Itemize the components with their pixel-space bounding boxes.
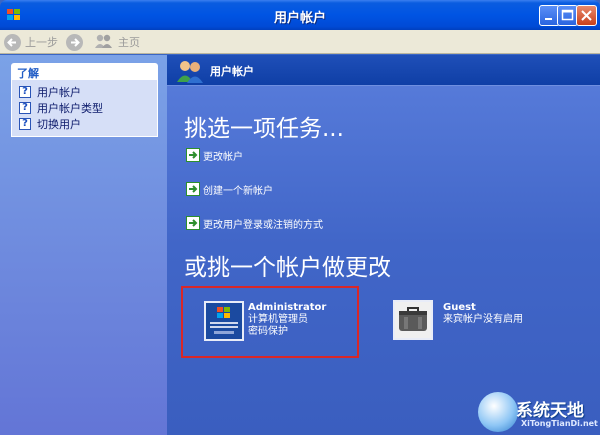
home-users-icon xyxy=(94,33,114,52)
forward-arrow-icon xyxy=(66,33,83,51)
user-accounts-window: 用户帐户 上一步 主页 了解 ? 用户帐户 ? 用户帐户类型 ? 切换用户 用户… xyxy=(0,0,600,435)
learn-item-label: 用户帐户 xyxy=(37,86,81,99)
green-arrow-icon xyxy=(186,182,200,196)
home-label: 主页 xyxy=(118,36,140,49)
section-title: 用户帐户 xyxy=(210,65,254,78)
window-title: 用户帐户 xyxy=(273,11,326,26)
watermark-logo-icon xyxy=(478,392,518,432)
account-status: 来宾帐户没有启用 xyxy=(443,314,523,325)
suitcase-icon xyxy=(393,300,433,340)
learn-item-label: 切换用户 xyxy=(37,118,81,131)
watermark-title: 系统天地 xyxy=(516,401,584,421)
learn-about-list: ? 用户帐户 ? 用户帐户类型 ? 切换用户 xyxy=(11,80,158,137)
back-arrow-icon xyxy=(4,33,21,51)
watermark-url: XiTongTianDi.net xyxy=(521,419,598,428)
help-icon: ? xyxy=(19,118,31,130)
home-button[interactable]: 主页 xyxy=(94,33,140,51)
account-administrator[interactable]: Administrator 计算机管理员 密码保护 xyxy=(181,286,359,358)
account-name: Guest xyxy=(443,302,476,313)
help-icon: ? xyxy=(19,102,31,114)
task-label: 更改帐户 xyxy=(203,151,243,163)
learn-item-switch-users[interactable]: ? 切换用户 xyxy=(12,116,157,132)
windows-book-icon xyxy=(204,301,244,341)
title-bar: 用户帐户 xyxy=(0,0,600,30)
learn-about-box: 了解 ? 用户帐户 ? 用户帐户类型 ? 切换用户 xyxy=(11,63,158,189)
left-task-pane: 了解 ? 用户帐户 ? 用户帐户类型 ? 切换用户 xyxy=(0,55,167,435)
close-button[interactable] xyxy=(576,5,597,26)
learn-item-user-accounts[interactable]: ? 用户帐户 xyxy=(12,84,157,100)
maximize-button[interactable] xyxy=(557,5,578,26)
task-change-logon[interactable]: 更改用户登录或注销的方式 xyxy=(186,215,323,231)
section-header: 用户帐户 xyxy=(167,55,600,86)
main-content-pane: 用户帐户 挑选一项任务... 更改帐户 创建一个新帐户 更改用户登录或注销的方式… xyxy=(167,55,600,435)
navigation-toolbar: 上一步 主页 xyxy=(0,30,600,54)
green-arrow-icon xyxy=(186,148,200,162)
account-name: Administrator xyxy=(248,302,327,313)
pick-account-title: 或挑一个帐户做更改 xyxy=(184,255,391,281)
account-status: 密码保护 xyxy=(248,326,288,337)
task-label: 创建一个新帐户 xyxy=(203,185,273,197)
task-label: 更改用户登录或注销的方式 xyxy=(203,219,323,231)
forward-button[interactable] xyxy=(66,33,87,51)
help-icon: ? xyxy=(19,86,31,98)
learn-item-account-types[interactable]: ? 用户帐户类型 xyxy=(12,100,157,116)
user-accounts-icon xyxy=(175,59,205,86)
back-button[interactable]: 上一步 xyxy=(4,33,58,51)
pick-task-title: 挑选一项任务... xyxy=(184,116,344,142)
account-details: Guest 来宾帐户没有启用 xyxy=(443,302,523,326)
learn-about-heading: 了解 xyxy=(11,63,158,80)
account-details: Administrator 计算机管理员 密码保护 xyxy=(248,302,326,338)
task-change-account[interactable]: 更改帐户 xyxy=(186,147,243,163)
site-watermark: 系统天地 XiTongTianDi.net xyxy=(474,390,600,435)
task-create-account[interactable]: 创建一个新帐户 xyxy=(186,181,273,197)
account-guest[interactable]: Guest 来宾帐户没有启用 xyxy=(393,300,553,344)
learn-item-label: 用户帐户类型 xyxy=(37,102,103,115)
account-type: 计算机管理员 xyxy=(248,314,308,325)
green-arrow-icon xyxy=(186,216,200,230)
back-label: 上一步 xyxy=(25,36,58,49)
